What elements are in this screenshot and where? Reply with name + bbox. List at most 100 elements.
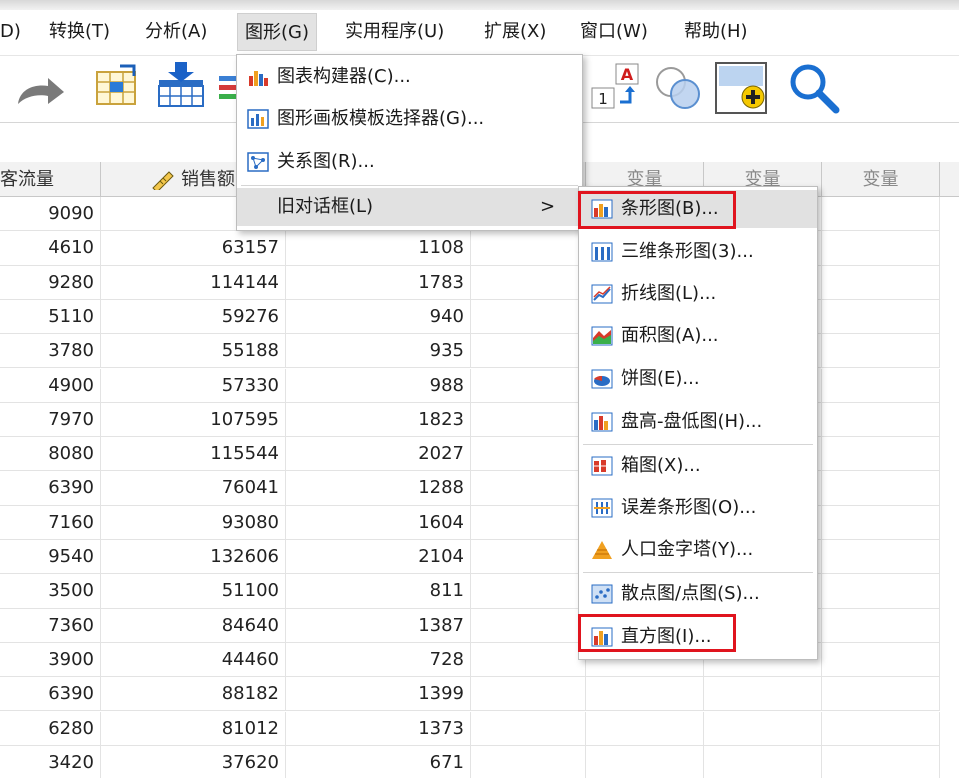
- menu-item-relationship-map[interactable]: 关系图(R)...: [237, 143, 582, 181]
- menu-item-3d-bar[interactable]: 三维条形图(3)...: [579, 233, 817, 271]
- menu-item-area[interactable]: 面积图(A)...: [579, 317, 817, 355]
- menu-utilities[interactable]: 实用程序(U): [345, 13, 444, 51]
- table-cell[interactable]: [471, 231, 586, 265]
- use-sets-icon[interactable]: [653, 64, 705, 112]
- table-cell[interactable]: [822, 642, 940, 677]
- menu-window[interactable]: 窗口(W): [580, 13, 648, 51]
- table-cell[interactable]: [822, 368, 940, 402]
- menu-item-legacy-dialogs[interactable]: 旧对话框(L) >: [237, 188, 582, 226]
- table-cell[interactable]: [822, 711, 940, 745]
- table-cell[interactable]: 6390: [0, 471, 101, 505]
- table-cell[interactable]: 57330: [101, 368, 286, 402]
- table-cell[interactable]: 1373: [286, 711, 471, 745]
- table-cell[interactable]: [586, 677, 704, 711]
- table-cell[interactable]: 7160: [0, 505, 101, 539]
- table-cell[interactable]: 3420: [0, 745, 101, 778]
- table-cell[interactable]: 1399: [286, 677, 471, 711]
- table-cell[interactable]: 988: [286, 368, 471, 402]
- table-cell[interactable]: 4900: [0, 368, 101, 402]
- table-cell[interactable]: [471, 745, 586, 778]
- table-cell[interactable]: 5110: [0, 299, 101, 334]
- table-cell[interactable]: 3900: [0, 642, 101, 677]
- table-cell[interactable]: [822, 437, 940, 471]
- table-cell[interactable]: 37620: [101, 745, 286, 778]
- table-cell[interactable]: 940: [286, 299, 471, 334]
- table-cell[interactable]: 1783: [286, 265, 471, 299]
- table-cell[interactable]: 3500: [0, 574, 101, 608]
- table-cell[interactable]: 88182: [101, 677, 286, 711]
- menu-help[interactable]: 帮助(H): [684, 13, 748, 51]
- column-header-customer-flow[interactable]: 客流量: [0, 162, 101, 197]
- table-cell[interactable]: 2027: [286, 437, 471, 471]
- table-cell[interactable]: [471, 265, 586, 299]
- variables-icon[interactable]: [219, 76, 237, 102]
- table-cell[interactable]: 811: [286, 574, 471, 608]
- table-cell[interactable]: [822, 677, 940, 711]
- menu-item-scatter-dot[interactable]: 散点图/点图(S)...: [579, 575, 817, 613]
- table-cell[interactable]: [704, 745, 822, 778]
- table-cell[interactable]: 8080: [0, 437, 101, 471]
- table-cell[interactable]: 84640: [101, 608, 286, 642]
- table-cell[interactable]: [822, 265, 940, 299]
- table-cell[interactable]: [471, 574, 586, 608]
- table-cell[interactable]: 935: [286, 334, 471, 368]
- table-cell[interactable]: 1288: [286, 471, 471, 505]
- table-cell[interactable]: [822, 540, 940, 574]
- table-cell[interactable]: 1823: [286, 402, 471, 437]
- table-cell[interactable]: 63157: [101, 231, 286, 265]
- table-cell[interactable]: 728: [286, 642, 471, 677]
- table-cell[interactable]: [471, 505, 586, 539]
- table-cell[interactable]: 1108: [286, 231, 471, 265]
- table-cell[interactable]: 93080: [101, 505, 286, 539]
- table-cell[interactable]: [822, 505, 940, 539]
- table-cell[interactable]: [471, 471, 586, 505]
- column-header-var-3[interactable]: 变量: [822, 162, 940, 197]
- table-cell[interactable]: 55188: [101, 334, 286, 368]
- table-cell[interactable]: 4610: [0, 231, 101, 265]
- table-cell[interactable]: 81012: [101, 711, 286, 745]
- table-cell[interactable]: 132606: [101, 540, 286, 574]
- search-icon[interactable]: [788, 62, 840, 114]
- value-labels-icon[interactable]: A 1: [590, 62, 642, 112]
- menu-item-pie[interactable]: 饼图(E)...: [579, 360, 817, 398]
- table-cell[interactable]: 114144: [101, 265, 286, 299]
- table-cell[interactable]: 671: [286, 745, 471, 778]
- table-cell[interactable]: [471, 368, 586, 402]
- menu-item-boxplot[interactable]: 箱图(X)...: [579, 447, 817, 485]
- table-cell[interactable]: [704, 677, 822, 711]
- menu-data[interactable]: D): [0, 13, 21, 51]
- table-cell[interactable]: [471, 608, 586, 642]
- show-all-variables-icon[interactable]: [715, 62, 767, 114]
- menu-extensions[interactable]: 扩展(X): [484, 13, 546, 51]
- goto-case-icon[interactable]: [94, 62, 140, 108]
- table-cell[interactable]: 115544: [101, 437, 286, 471]
- table-cell[interactable]: [471, 402, 586, 437]
- menu-item-high-low[interactable]: 盘高-盘低图(H)...: [579, 403, 817, 441]
- menu-graphs[interactable]: 图形(G): [237, 13, 317, 51]
- table-cell[interactable]: [822, 402, 940, 437]
- table-cell[interactable]: [586, 711, 704, 745]
- table-cell[interactable]: [822, 745, 940, 778]
- table-cell[interactable]: 7360: [0, 608, 101, 642]
- table-cell[interactable]: 6390: [0, 677, 101, 711]
- table-cell[interactable]: [822, 231, 940, 265]
- table-cell[interactable]: 7970: [0, 402, 101, 437]
- table-cell[interactable]: 1387: [286, 608, 471, 642]
- menu-item-line[interactable]: 折线图(L)...: [579, 275, 817, 313]
- table-cell[interactable]: 6280: [0, 711, 101, 745]
- table-cell[interactable]: [586, 745, 704, 778]
- table-cell[interactable]: [822, 471, 940, 505]
- menu-item-error-bar[interactable]: 误差条形图(O)...: [579, 489, 817, 527]
- table-cell[interactable]: [822, 299, 940, 334]
- table-cell[interactable]: [471, 711, 586, 745]
- table-cell[interactable]: [822, 608, 940, 642]
- menu-item-population-pyramid[interactable]: 人口金字塔(Y)...: [579, 531, 817, 569]
- table-cell[interactable]: 44460: [101, 642, 286, 677]
- table-cell[interactable]: 9540: [0, 540, 101, 574]
- menu-analyze[interactable]: 分析(A): [145, 13, 207, 51]
- menu-transform[interactable]: 转换(T): [49, 13, 110, 51]
- table-cell[interactable]: 107595: [101, 402, 286, 437]
- menu-item-graphboard-template[interactable]: 图形画板模板选择器(G)...: [237, 100, 582, 138]
- table-cell[interactable]: [471, 677, 586, 711]
- table-cell[interactable]: 3780: [0, 334, 101, 368]
